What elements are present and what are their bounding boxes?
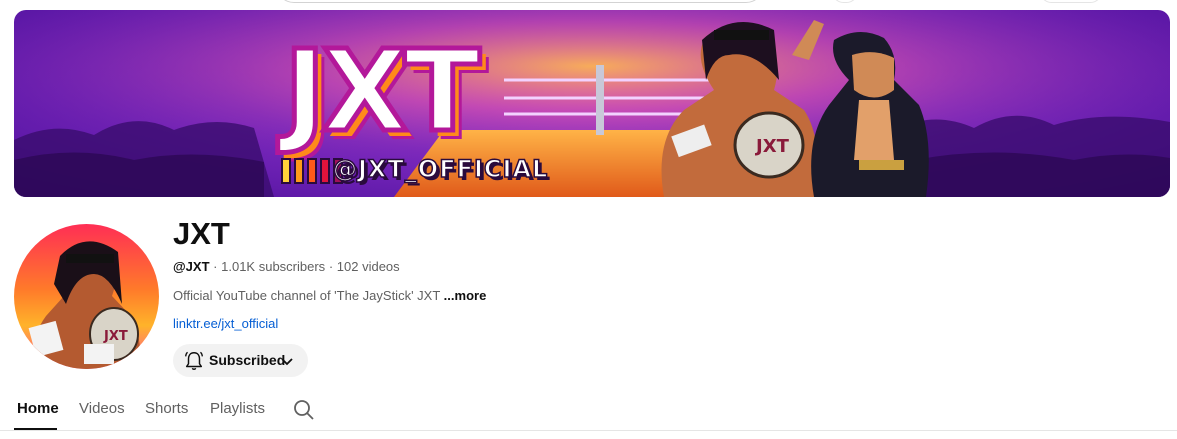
banner-logo: JXT: [281, 27, 524, 160]
meta-separator: ·: [213, 259, 218, 274]
tab-playlists[interactable]: Playlists: [210, 400, 265, 418]
video-count: 102 videos: [336, 259, 400, 274]
description-text: Official YouTube channel of 'The JayStic…: [173, 288, 441, 303]
subscribed-label: Subscribed: [209, 352, 286, 368]
tabs-divider: [0, 430, 1177, 431]
search-bar[interactable]: [276, 0, 764, 3]
banner-handle-text: @JXT_OFFICIAL: [332, 154, 549, 184]
channel-name: JXT: [173, 216, 230, 251]
channel-link[interactable]: linktr.ee/jxt_official: [173, 316, 278, 332]
tab-shorts[interactable]: Shorts: [145, 400, 188, 418]
bell-icon: [185, 351, 203, 370]
top-bar-button[interactable]: [832, 0, 858, 3]
chevron-down-icon: [281, 358, 293, 366]
banner-handle: @JXT_OFFICIAL: [281, 154, 548, 184]
tab-home[interactable]: Home: [17, 400, 59, 418]
subscriber-count: 1.01K subscribers: [221, 259, 326, 274]
channel-avatar[interactable]: JXT: [14, 224, 159, 369]
banner-artwork: JXT: [14, 10, 1170, 197]
channel-handle: @JXT: [173, 259, 210, 274]
channel-description[interactable]: Official YouTube channel of 'The JayStic…: [173, 288, 486, 304]
svg-text:JXT: JXT: [754, 136, 790, 157]
channel-banner: JXT JXT @JXT_OFFICIAL: [14, 10, 1170, 197]
tab-videos[interactable]: Videos: [79, 400, 125, 418]
top-bar-button[interactable]: [1040, 0, 1102, 3]
search-icon[interactable]: [292, 398, 316, 422]
avatar-artwork: JXT: [28, 241, 141, 369]
subscribed-button[interactable]: Subscribed: [173, 344, 308, 377]
meta-separator: ·: [328, 259, 334, 274]
channel-meta: @JXT · 1.01K subscribers · 102 videos: [173, 259, 400, 275]
banner-logo-text: JXT: [281, 27, 482, 157]
more-link[interactable]: ...more: [444, 288, 487, 303]
svg-text:JXT: JXT: [103, 329, 128, 344]
channel-tabs: Home Videos Shorts Playlists: [0, 392, 1177, 432]
